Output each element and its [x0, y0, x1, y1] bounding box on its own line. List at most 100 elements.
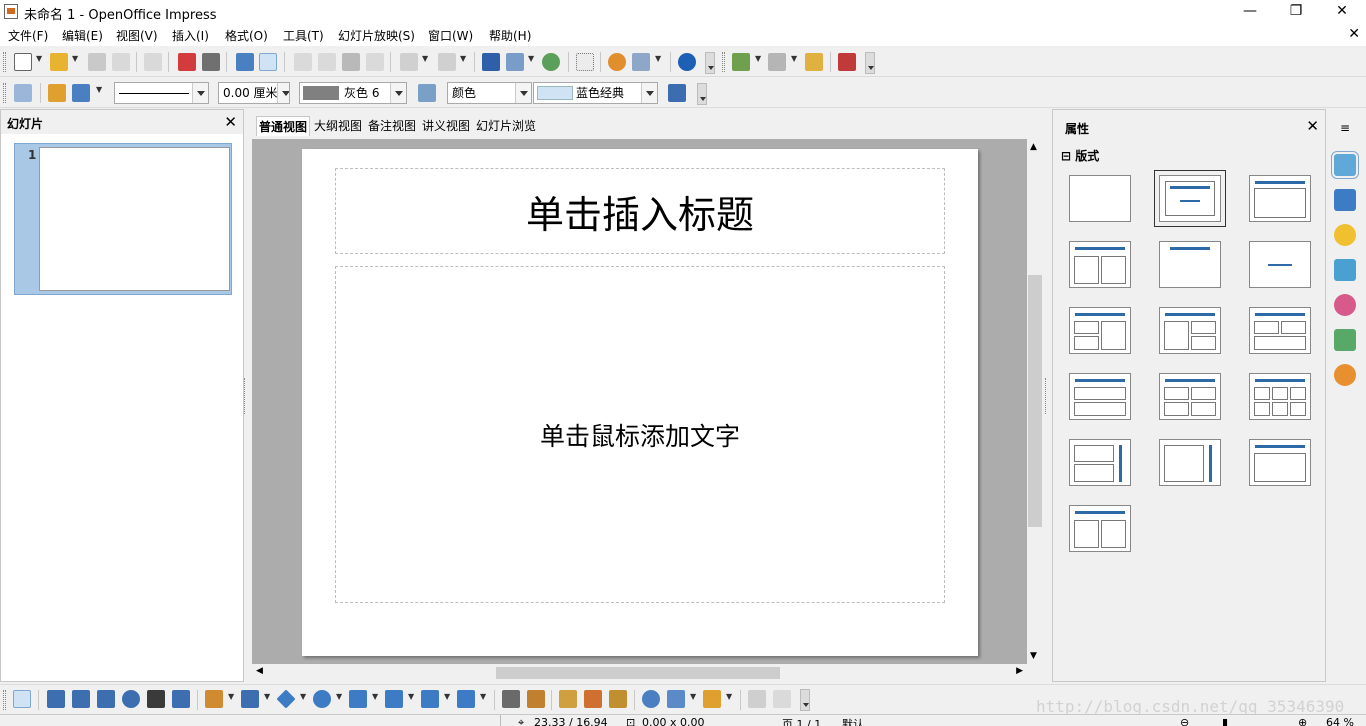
line-width-value[interactable]: 0.00 厘米: [223, 86, 278, 100]
zoom-slider-handle-icon[interactable]: ▮: [1222, 716, 1228, 726]
slide-show-icon[interactable]: [805, 53, 823, 71]
layout-title-two-top-one-bottom[interactable]: [1249, 307, 1311, 354]
chevron-down-icon[interactable]: ▼: [36, 54, 42, 63]
close-icon[interactable]: ✕: [224, 113, 237, 131]
area-style-select[interactable]: 颜色: [447, 82, 532, 104]
toolbar-grip[interactable]: [3, 52, 6, 72]
basic-shapes-icon[interactable]: [276, 689, 296, 709]
menu-insert[interactable]: 插入(I): [172, 27, 209, 44]
layout-title-vertical-text[interactable]: [1249, 439, 1311, 486]
fill-color-select[interactable]: 蓝色经典: [533, 82, 658, 104]
navigator-icon[interactable]: [608, 53, 626, 71]
tab-outline-view[interactable]: 大纲视图: [312, 116, 364, 136]
slide-thumbnail-selected[interactable]: 1: [14, 143, 232, 295]
chevron-down-icon[interactable]: [390, 83, 406, 103]
text-tool-icon[interactable]: [147, 690, 165, 708]
copy-icon[interactable]: [318, 53, 336, 71]
effects-icon[interactable]: [773, 690, 791, 708]
chevron-down-icon[interactable]: ▼: [336, 692, 342, 701]
chevron-down-icon[interactable]: ▼: [72, 54, 78, 63]
ellipse-tool-icon[interactable]: [122, 690, 140, 708]
chevron-down-icon[interactable]: ▼: [480, 692, 486, 701]
chevron-down-icon[interactable]: ▼: [690, 692, 696, 701]
spin-arrows-icon[interactable]: [277, 83, 289, 103]
pane-splitter-handle[interactable]: [1045, 378, 1048, 414]
layout-title-two-content[interactable]: [1069, 241, 1131, 288]
toolbar-grip[interactable]: [3, 83, 6, 103]
line-pen-icon[interactable]: [48, 84, 66, 102]
layout-title-two-content-stack[interactable]: [1069, 307, 1131, 354]
maximize-button[interactable]: ❐: [1273, 0, 1319, 24]
new-document-icon[interactable]: [14, 53, 32, 71]
rectangle-tool-icon[interactable]: [97, 690, 115, 708]
paste-icon[interactable]: [342, 53, 360, 71]
chevron-down-icon[interactable]: ▼: [372, 692, 378, 701]
collapse-icon[interactable]: ⊟: [1061, 149, 1071, 163]
horizontal-scrollbar[interactable]: ◀ ▶: [252, 664, 1027, 682]
custom-animation-deck-icon[interactable]: [1334, 224, 1356, 246]
presentation-icon[interactable]: [838, 53, 856, 71]
toolbar-overflow-button[interactable]: [705, 52, 715, 74]
line-width-field[interactable]: 0.00 厘米: [218, 82, 290, 104]
table-icon[interactable]: [506, 53, 524, 71]
pane-splitter-handle[interactable]: [244, 378, 247, 414]
layout-title-six-content[interactable]: [1249, 373, 1311, 420]
slide-transition-deck-icon[interactable]: [1334, 259, 1356, 281]
scroll-up-icon[interactable]: ▲: [1030, 142, 1037, 152]
vertical-scroll-thumb[interactable]: [1028, 275, 1042, 527]
chart-icon[interactable]: [482, 53, 500, 71]
scroll-left-icon[interactable]: ◀: [256, 666, 263, 676]
layout-title-slide[interactable]: [1154, 170, 1226, 227]
area-color-select[interactable]: 灰色 6: [299, 82, 407, 104]
area-fill-bucket-icon[interactable]: [418, 84, 436, 102]
undo-icon[interactable]: [400, 53, 418, 71]
layout-title-content-over-content[interactable]: [1069, 373, 1131, 420]
new-slide-icon[interactable]: [732, 53, 750, 71]
fontwork-icon[interactable]: [559, 690, 577, 708]
insert-object-icon[interactable]: [542, 53, 560, 71]
email-icon[interactable]: [112, 53, 130, 71]
toolbar-grip[interactable]: [722, 52, 725, 72]
stars-icon[interactable]: [457, 690, 475, 708]
chevron-down-icon[interactable]: ▼: [96, 85, 102, 94]
layouts-section-header[interactable]: ⊟ 版式: [1061, 147, 1099, 164]
minimize-button[interactable]: —: [1227, 0, 1273, 24]
auto-spellcheck-icon[interactable]: [259, 53, 277, 71]
arrange-icon[interactable]: [703, 690, 721, 708]
slide-thumbnail-preview[interactable]: [39, 147, 230, 291]
chevron-down-icon[interactable]: ▼: [655, 54, 661, 63]
chevron-down-icon[interactable]: [192, 83, 208, 103]
tab-slide-sorter[interactable]: 幻灯片浏览: [474, 116, 538, 136]
menu-edit[interactable]: 编辑(E): [62, 27, 103, 44]
slide[interactable]: 单击插入标题 单击鼠标添加文字: [302, 149, 978, 656]
edit-file-icon[interactable]: [144, 53, 162, 71]
gallery-icon[interactable]: [609, 690, 627, 708]
sidebar-menu-icon[interactable]: ≡: [1340, 121, 1350, 135]
layout-blank[interactable]: [1069, 175, 1131, 222]
layout-vertical-title-text-chart[interactable]: [1069, 439, 1131, 486]
chevron-down-icon[interactable]: ▼: [791, 54, 797, 63]
spellcheck-icon[interactable]: [236, 53, 254, 71]
slide-design-icon[interactable]: [768, 53, 786, 71]
line-style-select[interactable]: [114, 82, 209, 104]
layout-vertical-title-text[interactable]: [1159, 439, 1221, 486]
chevron-down-icon[interactable]: ▼: [460, 54, 466, 63]
clone-formatting-icon[interactable]: [366, 53, 384, 71]
connector-end-tool-icon[interactable]: [172, 690, 190, 708]
chevron-down-icon[interactable]: ▼: [422, 54, 428, 63]
chevron-down-icon[interactable]: ▼: [408, 692, 414, 701]
menu-format[interactable]: 格式(O): [225, 27, 268, 44]
menu-slideshow[interactable]: 幻灯片放映(S): [338, 27, 415, 44]
horizontal-scroll-thumb[interactable]: [496, 667, 780, 679]
chevron-down-icon[interactable]: ▼: [528, 54, 534, 63]
callouts-icon[interactable]: [421, 690, 439, 708]
styles-deck-icon[interactable]: [1334, 294, 1356, 316]
glue-points-icon[interactable]: [527, 690, 545, 708]
body-placeholder[interactable]: 单击鼠标添加文字: [335, 266, 945, 603]
extrusion-icon[interactable]: [748, 690, 766, 708]
zoom-icon[interactable]: [632, 53, 650, 71]
layout-title-content-two-stack[interactable]: [1159, 307, 1221, 354]
chevron-down-icon[interactable]: [515, 83, 531, 103]
tab-handout-view[interactable]: 讲义视图: [420, 116, 472, 136]
menu-help[interactable]: 帮助(H): [489, 27, 531, 44]
